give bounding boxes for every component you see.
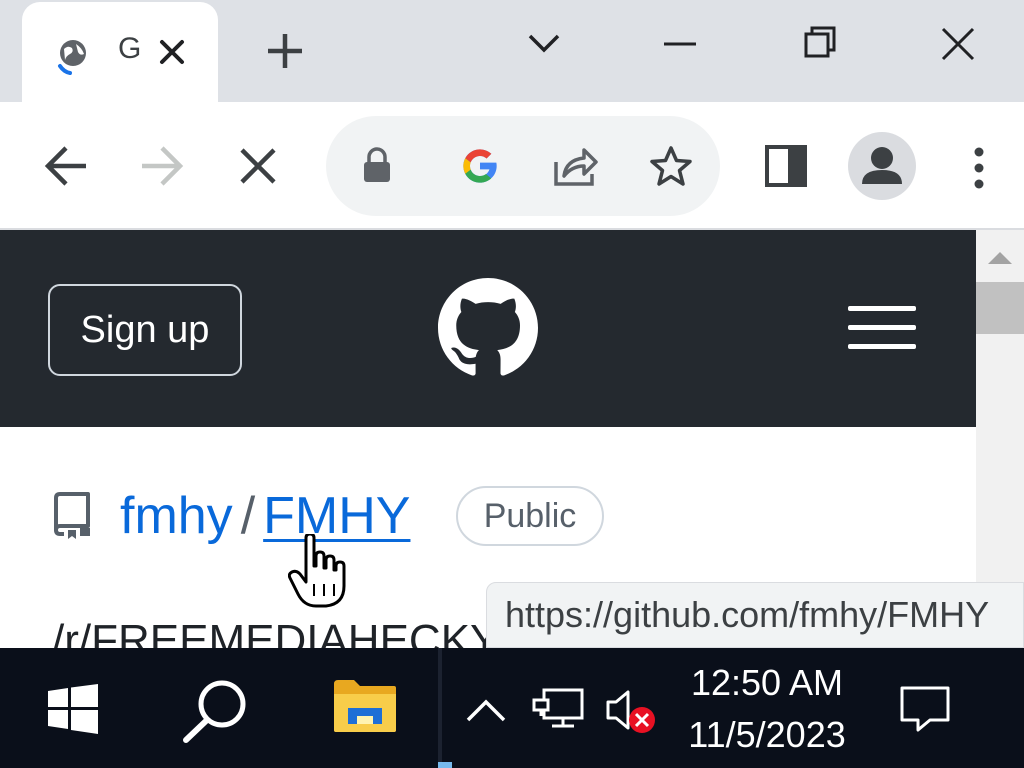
- google-icon[interactable]: [460, 146, 500, 186]
- notification-icon[interactable]: [900, 686, 950, 732]
- back-arrow-icon[interactable]: [42, 142, 90, 190]
- clock-time: 12:50 AM: [690, 662, 844, 703]
- clock-date: 11/5/2023: [688, 714, 846, 755]
- tab-title: G: [118, 32, 142, 65]
- github-mark-icon[interactable]: [438, 278, 538, 378]
- sign-up-button[interactable]: Sign up: [48, 284, 242, 376]
- taskbar-divider: [438, 648, 442, 768]
- profile-avatar-icon[interactable]: [848, 132, 916, 200]
- link-status-bubble: https://github.com/fmhy/FMHY: [486, 582, 1024, 648]
- side-panel-icon[interactable]: [764, 144, 808, 188]
- repo-book-icon: [52, 492, 92, 540]
- volume-muted-icon[interactable]: [604, 688, 658, 738]
- share-icon[interactable]: [552, 144, 600, 188]
- bookmark-star-icon[interactable]: [648, 144, 694, 188]
- search-icon[interactable]: [182, 678, 250, 744]
- stop-loading-icon[interactable]: [236, 144, 280, 188]
- repo-description: /r/FREEMEDIAHECKY: [52, 616, 500, 648]
- omnibox[interactable]: [326, 116, 720, 216]
- tab-search-chevron-icon[interactable]: [522, 22, 566, 66]
- tab-close-icon[interactable]: [156, 36, 188, 68]
- hamburger-menu-icon[interactable]: [848, 306, 916, 350]
- tab-strip: G: [0, 0, 1024, 102]
- repo-breadcrumb: fmhy / FMHY: [120, 486, 410, 546]
- new-tab-plus-icon[interactable]: [264, 30, 306, 72]
- kebab-menu-icon[interactable]: [972, 146, 986, 190]
- browser-tab[interactable]: G: [22, 2, 218, 102]
- close-window-icon[interactable]: [936, 22, 980, 66]
- windows-start-icon[interactable]: [48, 684, 98, 734]
- repo-owner-link[interactable]: fmhy: [120, 487, 233, 545]
- repo-separator: /: [240, 487, 256, 545]
- github-header: Sign up: [0, 230, 976, 427]
- scrollbar-thumb[interactable]: [976, 282, 1024, 334]
- forward-arrow-icon[interactable]: [138, 142, 186, 190]
- network-icon[interactable]: [532, 686, 584, 732]
- visibility-badge: Public: [456, 486, 604, 546]
- chevron-up-icon[interactable]: [466, 698, 506, 722]
- hand-pointer-cursor-icon: [288, 534, 346, 608]
- file-explorer-icon[interactable]: [332, 678, 398, 734]
- lock-icon[interactable]: [362, 146, 392, 186]
- minimize-icon[interactable]: [658, 22, 702, 66]
- restore-icon[interactable]: [798, 22, 842, 66]
- scroll-up-arrow-icon[interactable]: [988, 250, 1012, 266]
- browser-toolbar: [0, 102, 1024, 230]
- windows-taskbar: 12:50 AM 11/5/2023: [0, 648, 1024, 768]
- taskbar-active-indicator: [438, 762, 452, 768]
- system-clock[interactable]: 12:50 AM 11/5/2023: [672, 658, 862, 762]
- loading-globe-icon: [56, 36, 90, 76]
